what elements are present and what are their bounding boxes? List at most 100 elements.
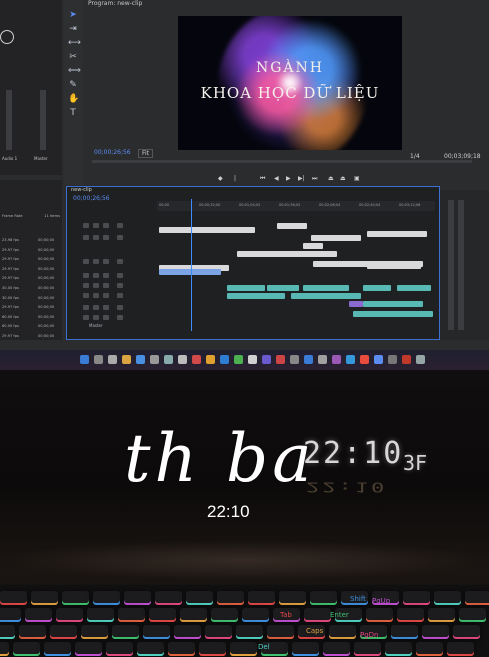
timeline-clip[interactable]: [311, 235, 361, 241]
taskbar-app-icon[interactable]: [332, 355, 341, 364]
track-header[interactable]: [83, 223, 157, 230]
taskbar-app-icon[interactable]: [150, 355, 159, 364]
track-toggle-icon[interactable]: [117, 315, 123, 320]
hand-tool-icon[interactable]: ✋: [68, 94, 79, 104]
frame-back-icon[interactable]: ◀: [274, 175, 279, 182]
taskbar-app-icon[interactable]: [318, 355, 327, 364]
project-row[interactable]: 29.97 fps 00;00;00: [2, 305, 60, 309]
timeline-clip[interactable]: [353, 311, 433, 317]
program-fit-select[interactable]: Fit: [138, 149, 154, 158]
taskbar-app-icon[interactable]: [136, 355, 145, 364]
track-header[interactable]: [83, 273, 157, 280]
project-row[interactable]: 29.97 fps 00;00;00: [2, 248, 60, 252]
export-frame-icon[interactable]: ▣: [354, 175, 360, 182]
taskbar-app-icon[interactable]: [262, 355, 271, 364]
taskbar-app-icon[interactable]: [206, 355, 215, 364]
track-toggle-icon[interactable]: [83, 259, 89, 264]
play-icon[interactable]: ▶: [286, 175, 291, 182]
track-toggle-icon[interactable]: [103, 235, 109, 240]
track-toggle-icon[interactable]: [93, 223, 99, 228]
step-back-icon[interactable]: ⏮: [260, 175, 265, 183]
taskbar-app-icon[interactable]: [304, 355, 313, 364]
type-tool-icon[interactable]: T: [68, 108, 78, 118]
taskbar-app-icon[interactable]: [80, 355, 89, 364]
track-toggle-icon[interactable]: [117, 235, 123, 240]
sequence-tab[interactable]: new-clip: [71, 187, 92, 193]
playhead[interactable]: [191, 199, 192, 331]
project-row[interactable]: 29.97 fps 00;00;00: [2, 257, 60, 261]
taskbar-app-icon[interactable]: [374, 355, 383, 364]
timeline-clip[interactable]: [363, 285, 391, 291]
track-toggle-icon[interactable]: [117, 273, 123, 278]
taskbar-app-icon[interactable]: [276, 355, 285, 364]
track-toggle-icon[interactable]: [103, 273, 109, 278]
track-toggle-icon[interactable]: [83, 305, 89, 310]
track-toggle-icon[interactable]: [117, 223, 123, 228]
timeline-clip[interactable]: [267, 285, 299, 291]
project-row[interactable]: 29.97 fps 00;00;00: [2, 334, 60, 338]
track-toggle-icon[interactable]: [103, 283, 109, 288]
project-row[interactable]: 29.97 fps 00;00;00: [2, 267, 60, 271]
track-toggle-icon[interactable]: [93, 273, 99, 278]
track-toggle-icon[interactable]: [93, 305, 99, 310]
track-toggle-icon[interactable]: [117, 259, 123, 264]
taskbar-app-icon[interactable]: [234, 355, 243, 364]
timeline-clip[interactable]: [367, 263, 421, 269]
timeline-ruler[interactable]: 00;00 00;00;32;00 00;01;04;02 00;01;36;02 00…: [157, 201, 435, 211]
razor-tool-icon[interactable]: ✂: [68, 52, 78, 62]
track-toggle-icon[interactable]: [103, 305, 109, 310]
lift-icon[interactable]: ⏏: [328, 175, 334, 182]
taskbar-app-icon[interactable]: [94, 355, 103, 364]
timeline-clip[interactable]: [397, 285, 431, 291]
frame-rate-header[interactable]: Frame Rate: [2, 214, 23, 218]
project-row[interactable]: 23.98 fps 00;00;00: [2, 238, 60, 242]
ripple-edit-icon[interactable]: ⟷: [68, 38, 81, 48]
sequence-timecode[interactable]: 00;00;26;56: [73, 195, 110, 202]
timeline-clip[interactable]: [349, 301, 363, 307]
track-toggle-icon[interactable]: [83, 293, 89, 298]
track-toggle-icon[interactable]: [93, 235, 99, 240]
track-toggle-icon[interactable]: [83, 283, 89, 288]
mark-out-icon[interactable]: |: [234, 175, 236, 182]
track-toggle-icon[interactable]: [93, 315, 99, 320]
taskbar-app-icon[interactable]: [388, 355, 397, 364]
taskbar-app-icon[interactable]: [108, 355, 117, 364]
project-row[interactable]: 60.00 fps 00;00;00: [2, 324, 60, 328]
timeline-clip[interactable]: [303, 243, 323, 249]
track-toggle-icon[interactable]: [83, 235, 89, 240]
taskbar-app-icon[interactable]: [122, 355, 131, 364]
taskbar-app-icon[interactable]: [220, 355, 229, 364]
taskbar-app-icon[interactable]: [164, 355, 173, 364]
selection-tool-icon[interactable]: ➤: [68, 10, 78, 20]
track-toggle-icon[interactable]: [103, 293, 109, 298]
track-toggle-icon[interactable]: [93, 293, 99, 298]
track-toggle-icon[interactable]: [83, 273, 89, 278]
track-toggle-icon[interactable]: [83, 315, 89, 320]
track-toggle-icon[interactable]: [117, 305, 123, 310]
track-toggle-icon[interactable]: [117, 283, 123, 288]
timeline-clip[interactable]: [303, 285, 349, 291]
track-toggle-icon[interactable]: [83, 223, 89, 228]
taskbar-app-icon[interactable]: [346, 355, 355, 364]
track-select-icon[interactable]: ⇥: [68, 24, 78, 34]
pen-tool-icon[interactable]: ✎: [68, 80, 78, 90]
taskbar-app-icon[interactable]: [360, 355, 369, 364]
extract-icon[interactable]: ⏏: [340, 175, 346, 182]
project-row[interactable]: 60.00 fps 00;00;00: [2, 315, 60, 319]
frame-forward-icon[interactable]: ▶|: [298, 175, 305, 182]
timeline-clip[interactable]: [367, 231, 427, 237]
track-header[interactable]: [83, 259, 157, 266]
track-toggle-icon[interactable]: [103, 259, 109, 264]
track-toggle-icon[interactable]: [103, 315, 109, 320]
program-timecode[interactable]: 00;00;26;56: [94, 149, 131, 156]
taskbar-app-icon[interactable]: [290, 355, 299, 364]
taskbar-app-icon[interactable]: [416, 355, 425, 364]
timeline-clip[interactable]: [277, 223, 307, 229]
timeline-clip[interactable]: [227, 293, 285, 299]
step-forward-icon[interactable]: ⏭: [312, 175, 317, 183]
track-toggle-icon[interactable]: [117, 293, 123, 298]
track-toggle-icon[interactable]: [93, 283, 99, 288]
timeline-clip[interactable]: [227, 285, 265, 291]
track-header[interactable]: [83, 235, 157, 242]
track-header[interactable]: [83, 293, 157, 300]
